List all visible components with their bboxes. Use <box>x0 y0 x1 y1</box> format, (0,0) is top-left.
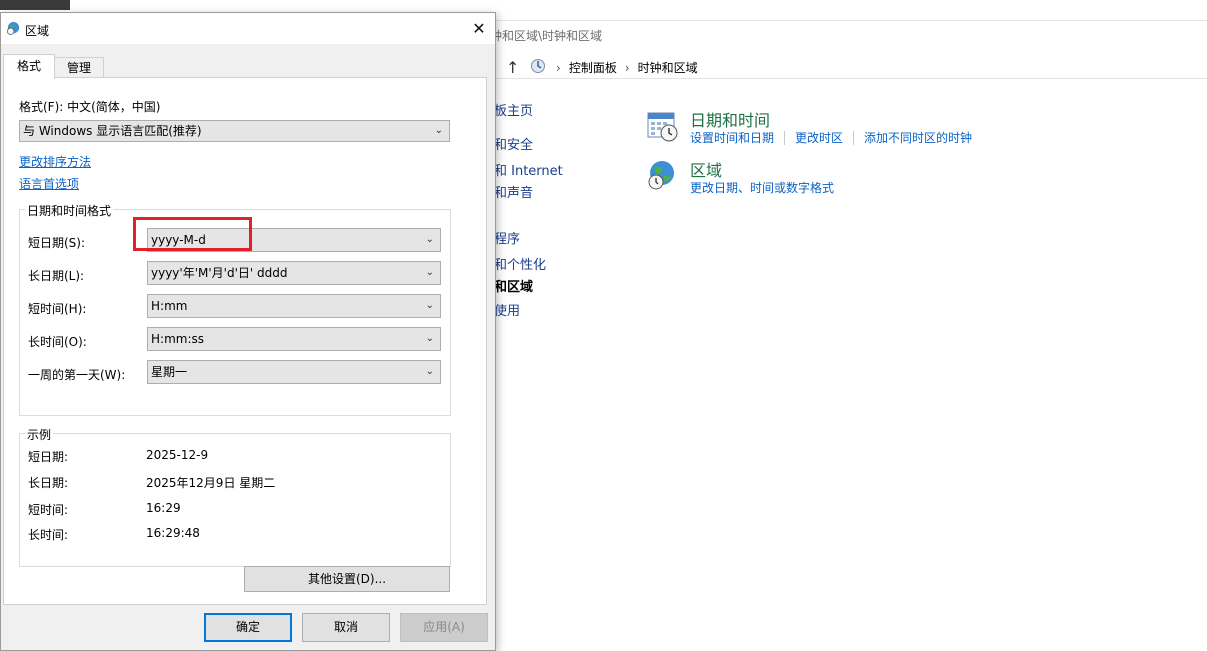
examples-title: 示例 <box>25 426 54 443</box>
calendar-clock-icon <box>647 112 678 142</box>
example-short-date-value: 2025-12-9 <box>146 448 209 462</box>
globe-clock-icon <box>7 21 20 35</box>
example-short-date-label: 短日期: <box>28 450 69 464</box>
category-region-links: 更改日期、时间或数字格式 <box>690 179 834 196</box>
long-time-label: 长时间(O): <box>28 335 87 349</box>
taskbar-fragment <box>0 0 70 10</box>
window-path-title: 钟和区域\时钟和区域 <box>490 29 603 43</box>
category-date-time-title[interactable]: 日期和时间 <box>690 107 770 131</box>
up-arrow-icon[interactable]: ↑ <box>506 58 519 77</box>
category-region: 区域 <box>690 157 722 181</box>
language-prefs-link[interactable]: 语言首选项 <box>19 175 79 192</box>
first-day-label: 一周的第一天(W): <box>28 368 126 382</box>
breadcrumb-clock-region[interactable]: 时钟和区域 <box>638 59 698 76</box>
change-sort-link[interactable]: 更改排序方法 <box>19 153 91 170</box>
long-date-label: 长日期(L): <box>28 269 85 283</box>
long-time-dropdown[interactable]: H:mm:ss ⌄ <box>147 327 441 351</box>
sidebar-item-accessibility[interactable]: 使用 <box>494 300 520 319</box>
datetime-formats-title: 日期和时间格式 <box>25 202 114 219</box>
chevron-down-icon: ⌄ <box>434 125 443 136</box>
short-time-value: H:mm <box>151 299 188 313</box>
example-long-time-label: 长时间: <box>28 528 69 542</box>
format-label: 格式(F): 中文(简体，中国) <box>19 100 161 114</box>
region-dialog: 区域 ✕ 格式 管理 格式(F): 中文(简体，中国) 与 Windows 显示… <box>0 12 496 651</box>
chevron-down-icon: ⌄ <box>425 366 434 377</box>
short-date-value: yyyy-M-d <box>151 233 206 247</box>
control-panel-titlebar <box>490 0 1207 21</box>
first-day-dropdown[interactable]: 星期一 ⌄ <box>147 360 441 384</box>
tab-administrative[interactable]: 管理 <box>54 57 104 78</box>
chevron-down-icon: ⌄ <box>425 300 434 311</box>
format-tab-panel: 格式(F): 中文(简体，中国) 与 Windows 显示语言匹配(推荐) ⌄ … <box>3 77 487 605</box>
category-region-title[interactable]: 区域 <box>690 157 722 181</box>
example-long-date-value: 2025年12月9日 星期二 <box>146 476 276 490</box>
format-dropdown[interactable]: 与 Windows 显示语言匹配(推荐) ⌄ <box>19 120 450 142</box>
short-date-dropdown[interactable]: yyyy-M-d ⌄ <box>147 228 441 252</box>
example-long-time-value: 16:29:48 <box>146 526 200 540</box>
link-change-timezone[interactable]: 更改时区 <box>795 129 843 146</box>
dialog-titlebar: 区域 ✕ <box>1 13 495 44</box>
link-separator <box>853 130 855 145</box>
breadcrumb: › 控制面板 › 时钟和区域 <box>556 59 698 76</box>
format-dropdown-value: 与 Windows 显示语言匹配(推荐) <box>23 124 202 138</box>
apply-button[interactable]: 应用(A) <box>400 613 488 642</box>
sidebar-item-security[interactable]: 和安全 <box>494 134 533 153</box>
ok-button[interactable]: 确定 <box>204 613 292 642</box>
first-day-value: 星期一 <box>151 365 188 379</box>
sidebar-item-personalization[interactable]: 和个性化 <box>494 254 546 273</box>
control-panel-icon <box>531 59 545 73</box>
link-add-clocks[interactable]: 添加不同时区的时钟 <box>864 129 972 146</box>
breadcrumb-separator: › <box>624 60 630 75</box>
breadcrumb-control-panel[interactable]: 控制面板 <box>569 59 617 76</box>
chevron-down-icon: ⌄ <box>425 267 434 278</box>
breadcrumb-separator: › <box>556 60 561 75</box>
short-time-label: 短时间(H): <box>28 302 87 316</box>
sidebar-item-home[interactable]: 板主页 <box>494 100 533 119</box>
example-long-date-label: 长日期: <box>28 476 69 490</box>
sidebar-item-programs[interactable]: 程序 <box>494 228 520 247</box>
sidebar-item-clock-region[interactable]: 和区域 <box>494 276 533 295</box>
sidebar-item-network[interactable]: 和 Internet <box>494 160 563 179</box>
long-time-value: H:mm:ss <box>151 332 204 346</box>
long-date-dropdown[interactable]: yyyy'年'M'月'd'日' dddd ⌄ <box>147 261 441 285</box>
globe-clock-icon <box>648 161 674 190</box>
examples-group <box>19 433 451 567</box>
cancel-button[interactable]: 取消 <box>302 613 390 642</box>
other-settings-button[interactable]: 其他设置(D)... <box>244 566 450 592</box>
sidebar-item-sound[interactable]: 和声音 <box>494 182 533 201</box>
short-time-dropdown[interactable]: H:mm ⌄ <box>147 294 441 318</box>
chevron-down-icon: ⌄ <box>425 234 434 245</box>
category-date-time-links: 设置时间和日期 更改时区 添加不同时区的时钟 <box>690 129 972 146</box>
long-date-value: yyyy'年'M'月'd'日' dddd <box>151 266 288 280</box>
link-separator <box>784 130 786 145</box>
link-change-formats[interactable]: 更改日期、时间或数字格式 <box>690 179 834 196</box>
link-set-time-date[interactable]: 设置时间和日期 <box>690 129 774 146</box>
dialog-title: 区域 <box>25 24 50 38</box>
tab-format[interactable]: 格式 <box>3 54 55 79</box>
short-date-label: 短日期(S): <box>28 236 86 250</box>
example-short-time-value: 16:29 <box>146 501 181 515</box>
chevron-down-icon: ⌄ <box>425 333 434 344</box>
example-short-time-label: 短时间: <box>28 503 69 517</box>
category-date-time: 日期和时间 <box>690 107 770 131</box>
close-icon[interactable]: ✕ <box>467 17 491 41</box>
